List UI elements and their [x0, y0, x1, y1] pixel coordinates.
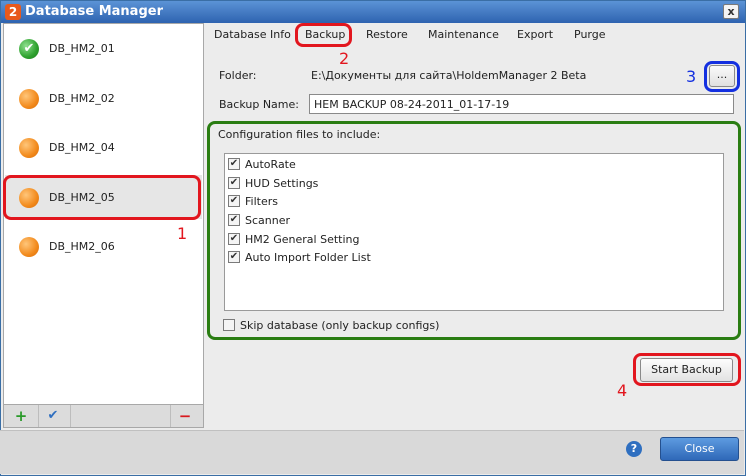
- database-name: DB_HM2_01: [49, 42, 115, 55]
- database-toolbar: + ✔ −: [3, 404, 204, 428]
- tab-purge[interactable]: Purge: [574, 28, 606, 41]
- tab-maintenance[interactable]: Maintenance: [428, 28, 499, 41]
- database-name: DB_HM2_02: [49, 92, 115, 105]
- database-name: DB_HM2_04: [49, 141, 115, 154]
- status-ok-icon: ✔: [19, 39, 39, 59]
- database-item-db-hm2-06[interactable]: DB_HM2_06: [5, 224, 202, 268]
- tab-restore[interactable]: Restore: [366, 28, 408, 41]
- annotation-box-4: [633, 353, 741, 386]
- annotation-box-3: [704, 61, 740, 92]
- database-list: ✔ DB_HM2_01 DB_HM2_02 DB_HM2_04 DB_HM2_0…: [3, 23, 204, 428]
- status-orange-icon: [19, 138, 39, 158]
- backup-name-input[interactable]: [309, 94, 734, 114]
- database-name: DB_HM2_06: [49, 240, 115, 253]
- database-item-db-hm2-02[interactable]: DB_HM2_02: [5, 76, 202, 120]
- tab-database-info[interactable]: Database Info: [214, 28, 291, 41]
- folder-path: E:\Документы для сайта\HoldemManager 2 B…: [311, 69, 587, 82]
- help-icon[interactable]: ?: [626, 441, 642, 457]
- remove-database-icon[interactable]: −: [172, 407, 198, 425]
- database-item-db-hm2-04[interactable]: DB_HM2_04: [5, 125, 202, 169]
- annotation-box-1: [3, 175, 201, 220]
- window-title: Database Manager: [25, 4, 163, 19]
- folder-label: Folder:: [219, 69, 257, 82]
- tab-bar: Database Info Backup Restore Maintenance…: [207, 23, 742, 47]
- status-orange-icon: [19, 89, 39, 109]
- check-database-icon[interactable]: ✔: [40, 407, 66, 425]
- annotation-box-2: [295, 23, 352, 47]
- status-orange-icon: [19, 237, 39, 257]
- toolbar-divider: [70, 405, 71, 427]
- annotation-number-3: 3: [686, 67, 697, 86]
- tab-export[interactable]: Export: [517, 28, 553, 41]
- window-close-button[interactable]: x: [723, 4, 739, 19]
- close-button[interactable]: Close: [660, 437, 739, 461]
- annotation-box-config: [207, 121, 741, 340]
- app-icon: 2: [5, 4, 21, 20]
- database-item-db-hm2-01[interactable]: ✔ DB_HM2_01: [5, 26, 202, 70]
- title-bar[interactable]: 2 Database Manager x: [1, 1, 745, 23]
- toolbar-divider: [170, 405, 171, 427]
- toolbar-divider: [38, 405, 39, 427]
- annotation-number-1: 1: [177, 224, 188, 243]
- add-database-icon[interactable]: +: [8, 407, 34, 425]
- annotation-number-2: 2: [339, 49, 350, 68]
- backup-name-label: Backup Name:: [219, 98, 299, 111]
- annotation-number-4: 4: [617, 381, 628, 400]
